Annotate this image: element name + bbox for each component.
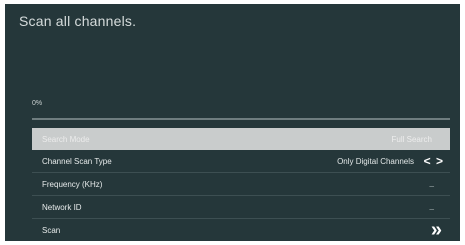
menu-row-network-id[interactable]: Network ID _ (32, 196, 450, 219)
search-mode-value: Full Search (391, 135, 432, 144)
scan-label: Scan (42, 226, 61, 235)
progress-label: 0% (32, 100, 43, 107)
menu-row-scan[interactable]: Scan » (32, 219, 450, 241)
tv-screen: Scan all channels. 0% Search Mode Full S… (5, 4, 460, 241)
frequency-value: _ (429, 178, 434, 187)
search-mode-label: Search Mode (42, 135, 90, 144)
left-right-arrows-icon[interactable]: < > (424, 154, 444, 168)
page-title: Scan all channels. (19, 13, 137, 29)
frequency-label: Frequency (KHz) (42, 180, 103, 189)
network-id-label: Network ID (42, 203, 82, 212)
progress-bar (32, 118, 450, 120)
scan-settings-menu: Search Mode Full Search Channel Scan Typ… (32, 128, 450, 241)
channel-scan-type-value: Only Digital Channels (337, 157, 414, 166)
menu-row-frequency[interactable]: Frequency (KHz) _ (32, 173, 450, 196)
network-id-value: _ (429, 201, 434, 210)
channel-scan-type-label: Channel Scan Type (42, 157, 112, 166)
menu-row-search-mode[interactable]: Search Mode Full Search (32, 128, 450, 150)
menu-row-channel-scan-type[interactable]: Channel Scan Type Only Digital Channels … (32, 150, 450, 173)
double-chevron-right-icon[interactable]: » (431, 220, 442, 240)
